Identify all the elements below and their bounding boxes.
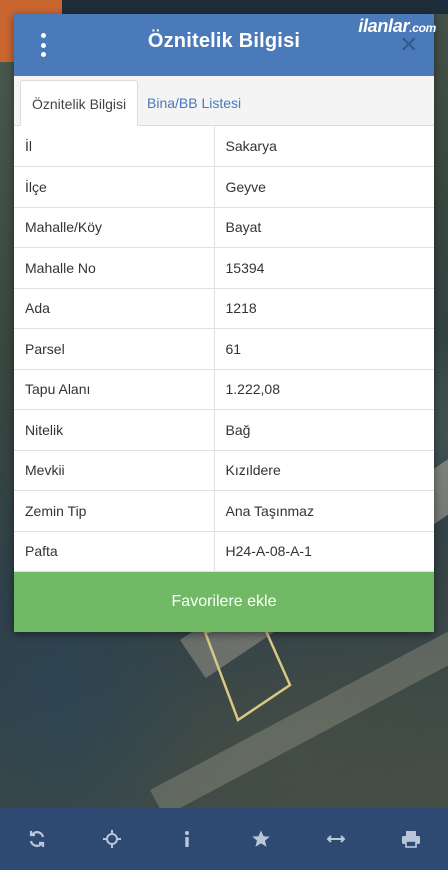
watermark-logo: ilanlar.com bbox=[358, 16, 436, 36]
table-row: Mahalle/Köy Bayat bbox=[14, 207, 434, 248]
locate-icon[interactable] bbox=[92, 819, 132, 859]
status-bar bbox=[0, 0, 448, 14]
print-icon[interactable] bbox=[391, 819, 431, 859]
attribute-key: Mevkii bbox=[14, 450, 215, 491]
attribute-value: Ana Taşınmaz bbox=[214, 490, 434, 532]
attribute-value: 1.222,08 bbox=[214, 369, 434, 410]
table-row: Ada 1218 bbox=[14, 288, 434, 329]
attribute-key: Ada bbox=[14, 288, 215, 329]
table-row: Mahalle No 15394 bbox=[14, 247, 434, 289]
attribute-value: 1218 bbox=[214, 288, 434, 329]
attribute-key: Zemin Tip bbox=[14, 490, 215, 532]
table-row: Pafta H24-A-08-A-1 bbox=[14, 531, 434, 572]
attribute-value: 15394 bbox=[214, 247, 434, 289]
attribute-key: Pafta bbox=[14, 531, 215, 572]
table-row: Tapu Alanı 1.222,08 bbox=[14, 369, 434, 410]
dialog-header: Öznitelik Bilgisi ✕ ilanlar.com bbox=[14, 14, 436, 76]
attribute-table: İl Sakarya İlçe Geyve Mahalle/Köy Bayat Mahall… bbox=[14, 126, 434, 572]
table-row: Parsel 61 bbox=[14, 328, 434, 370]
attribute-key: Tapu Alanı bbox=[14, 369, 215, 410]
tab-attribute-info[interactable]: Öznitelik Bilgisi bbox=[20, 80, 139, 126]
table-row: İlçe Geyve bbox=[14, 166, 434, 208]
tab-building-list[interactable]: Bina/BB Listesi bbox=[136, 80, 252, 126]
attribute-value: Geyve bbox=[214, 166, 434, 208]
attribute-value: Bağ bbox=[214, 409, 434, 451]
attribute-value: 61 bbox=[214, 328, 434, 370]
bottom-toolbar bbox=[0, 808, 448, 870]
close-icon[interactable]: ✕ bbox=[400, 34, 418, 56]
table-row: Zemin Tip Ana Taşınmaz bbox=[14, 490, 434, 532]
tab-bar: Öznitelik Bilgisi Bina/BB Listesi bbox=[14, 76, 434, 126]
table-row: Nitelik Bağ bbox=[14, 409, 434, 451]
attribute-key: Parsel bbox=[14, 328, 215, 370]
star-icon[interactable] bbox=[241, 819, 281, 859]
measure-icon[interactable] bbox=[316, 819, 356, 859]
attribute-key: Mahalle/Köy bbox=[14, 207, 215, 248]
attribute-key: Nitelik bbox=[14, 409, 215, 451]
attribute-value: Kızıldere bbox=[214, 450, 434, 491]
attribute-value: Bayat bbox=[214, 207, 434, 248]
add-favorite-button[interactable]: Favorilere ekle bbox=[14, 572, 434, 632]
refresh-icon[interactable] bbox=[17, 819, 57, 859]
table-row: Mevkii Kızıldere bbox=[14, 450, 434, 491]
attribute-key: Mahalle No bbox=[14, 247, 215, 289]
attribute-key: İl bbox=[14, 126, 215, 167]
attribute-value: Sakarya bbox=[214, 126, 434, 167]
table-row: İl Sakarya bbox=[14, 126, 434, 167]
attribute-value: H24-A-08-A-1 bbox=[214, 531, 434, 572]
attribute-key: İlçe bbox=[14, 166, 215, 208]
attribute-dialog: Öznitelik Bilgisi ✕ ilanlar.com Özniteli… bbox=[14, 14, 436, 632]
info-icon[interactable] bbox=[167, 819, 207, 859]
